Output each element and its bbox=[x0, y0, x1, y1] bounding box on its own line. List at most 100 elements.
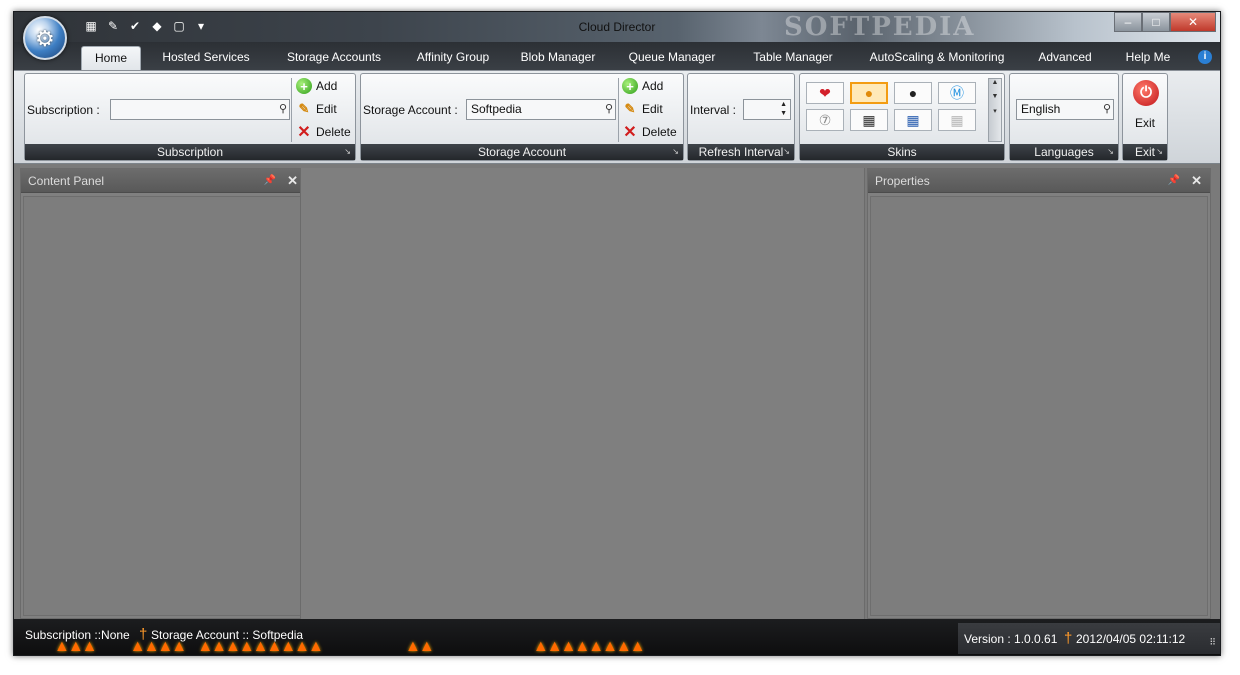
heart-skin-icon[interactable]: ❤ bbox=[806, 82, 844, 104]
refresh-interval-group: Interval : ▲ ▼ Refresh Interval ↘ bbox=[687, 73, 795, 161]
status-separator-icon: † bbox=[1064, 630, 1073, 647]
divider bbox=[291, 78, 292, 142]
exit-button[interactable]: Exit bbox=[1123, 116, 1167, 130]
search-icon[interactable]: ⚲ bbox=[1103, 102, 1111, 115]
languages-group-label: Languages ↘ bbox=[1010, 144, 1118, 160]
exit-group: ⏻ Exit Exit ↘ bbox=[1122, 73, 1168, 161]
open-icon[interactable]: ▦ bbox=[82, 18, 100, 34]
properties-panel-header: Properties 📌 ✕ bbox=[868, 169, 1210, 193]
properties-panel-body bbox=[870, 196, 1208, 616]
add-storage-account-button[interactable]: + Add bbox=[622, 76, 663, 96]
pumpkin-skin-icon[interactable]: ● bbox=[850, 82, 888, 104]
close-panel-icon[interactable]: ✕ bbox=[287, 169, 298, 193]
edit-icon: ✎ bbox=[624, 101, 636, 116]
document-area bbox=[300, 168, 865, 619]
tab-autoscaling-monitoring[interactable]: AutoScaling & Monitoring bbox=[860, 46, 1014, 70]
content-panel-body bbox=[23, 196, 304, 616]
properties-panel: Properties 📌 ✕ bbox=[867, 168, 1211, 619]
pin-icon[interactable]: 📌 bbox=[264, 169, 276, 193]
subscription-combo[interactable]: ⚲ bbox=[110, 99, 290, 120]
tab-blob-manager[interactable]: Blob Manager bbox=[514, 46, 602, 70]
storage-account-value: Softpedia bbox=[471, 102, 522, 116]
delete-label: Delete bbox=[642, 125, 677, 139]
close-panel-icon[interactable]: ✕ bbox=[1191, 169, 1202, 193]
spinner-arrows-icon[interactable]: ▲ ▼ bbox=[780, 100, 787, 118]
edit-storage-account-button[interactable]: ✎ Edit bbox=[622, 99, 663, 119]
tab-queue-manager[interactable]: Queue Manager bbox=[622, 46, 722, 70]
status-version: Version : 1.0.0.61 bbox=[964, 632, 1058, 646]
grey-skin-icon[interactable]: ⑦ bbox=[806, 109, 844, 131]
content-panel-title: Content Panel bbox=[28, 174, 105, 188]
maximize-button[interactable]: □ bbox=[1142, 12, 1170, 32]
tab-storage-accounts[interactable]: Storage Accounts bbox=[276, 46, 392, 70]
group-label-text: Skins bbox=[887, 145, 917, 159]
tab-hosted-services[interactable]: Hosted Services bbox=[150, 46, 262, 70]
application-menu-button[interactable]: ⚙ bbox=[23, 16, 67, 60]
storage-account-combo[interactable]: Softpedia ⚲ bbox=[466, 99, 616, 120]
blue-tiles-skin-icon[interactable]: ▦ bbox=[894, 109, 932, 131]
power-icon[interactable]: ⏻ bbox=[1133, 80, 1159, 106]
version-box: Version : 1.0.0.61 † 2012/04/05 02:11:12… bbox=[958, 623, 1220, 654]
dialog-launcher-icon[interactable]: ↘ bbox=[344, 144, 351, 160]
close-button[interactable]: ✕ bbox=[1170, 12, 1216, 32]
add-subscription-button[interactable]: + Add bbox=[296, 76, 337, 96]
tab-advanced[interactable]: Advanced bbox=[1030, 46, 1100, 70]
delete-storage-account-button[interactable]: ✕ Delete bbox=[622, 122, 677, 142]
content-panel: Content Panel 📌 ✕ bbox=[20, 168, 307, 619]
dialog-launcher-icon[interactable]: ↘ bbox=[1156, 144, 1163, 160]
check-icon[interactable]: ✔ bbox=[126, 18, 144, 34]
storage-account-group-label: Storage Account ↘ bbox=[361, 144, 683, 160]
dark-tiles-skin-icon[interactable]: ▦ bbox=[850, 109, 888, 131]
dialog-launcher-icon[interactable]: ↘ bbox=[672, 144, 679, 160]
black-skin-icon[interactable]: ● bbox=[894, 82, 932, 104]
edit-icon: ✎ bbox=[298, 101, 310, 116]
interval-label: Interval : bbox=[690, 103, 737, 117]
dialog-launcher-icon[interactable]: ↘ bbox=[1107, 144, 1114, 160]
divider bbox=[618, 78, 619, 142]
language-combo[interactable]: English ⚲ bbox=[1016, 99, 1114, 120]
tag-icon[interactable]: ◆ bbox=[148, 18, 166, 34]
blue-skin-icon[interactable]: Ⓜ bbox=[938, 82, 976, 104]
search-icon[interactable]: ⚲ bbox=[279, 102, 287, 115]
dropdown-icon[interactable]: ▾ bbox=[192, 18, 210, 34]
languages-group: English ⚲ Languages ↘ bbox=[1009, 73, 1119, 161]
tab-help-me[interactable]: Help Me bbox=[1118, 46, 1178, 70]
page-icon[interactable]: ▢ bbox=[170, 18, 188, 34]
search-icon[interactable]: ⚲ bbox=[605, 102, 613, 115]
group-label-text: Refresh Interval bbox=[698, 145, 784, 159]
dialog-launcher-icon[interactable]: ↘ bbox=[783, 144, 790, 160]
add-icon: + bbox=[296, 78, 312, 94]
group-label-text: Subscription bbox=[156, 145, 224, 159]
skins-group: ❤ ● ● Ⓜ ⑦ ▦ ▦ ▦ ▲ ▼ ▾ Skins bbox=[799, 73, 1005, 161]
delete-subscription-button[interactable]: ✕ Delete bbox=[296, 122, 351, 142]
content-panel-header: Content Panel 📌 ✕ bbox=[21, 169, 306, 193]
interval-spinner[interactable]: ▲ ▼ bbox=[743, 99, 791, 120]
exit-group-label: Exit ↘ bbox=[1123, 144, 1167, 160]
resize-grip-icon[interactable]: ⠿ bbox=[1209, 637, 1216, 648]
edit-subscription-button[interactable]: ✎ Edit bbox=[296, 99, 337, 119]
pin-icon[interactable]: 📌 bbox=[1168, 169, 1180, 193]
tab-home[interactable]: Home bbox=[81, 46, 141, 70]
ribbon-tabs: Home Hosted Services Storage Accounts Af… bbox=[14, 42, 1220, 70]
status-subscription: Subscription ::None bbox=[25, 628, 130, 642]
info-icon[interactable]: i bbox=[1198, 50, 1212, 64]
edit-label: Edit bbox=[642, 102, 663, 116]
group-label-text: Languages bbox=[1034, 145, 1094, 159]
gallery-scroll[interactable]: ▲ ▼ ▾ bbox=[988, 78, 1002, 142]
status-datetime: 2012/04/05 02:11:12 bbox=[1076, 632, 1186, 646]
tab-affinity-group[interactable]: Affinity Group bbox=[406, 46, 500, 70]
add-label: Add bbox=[642, 79, 664, 93]
tab-table-manager[interactable]: Table Manager bbox=[744, 46, 842, 70]
new-icon[interactable]: ✎ bbox=[104, 18, 122, 34]
delete-icon: ✕ bbox=[623, 124, 637, 141]
skins-group-label: Skins bbox=[800, 144, 1004, 160]
minimize-button[interactable]: – bbox=[1114, 12, 1142, 32]
properties-panel-title: Properties bbox=[875, 174, 930, 188]
cloud-gear-icon: ⚙ bbox=[35, 26, 55, 51]
ribbon-panel: Subscription : ⚲ + Add ✎ Edit ✕ Delete S… bbox=[14, 70, 1220, 164]
subscription-group-label: Subscription ↘ bbox=[25, 144, 355, 160]
storage-account-label: Storage Account : bbox=[363, 103, 458, 117]
delete-label: Delete bbox=[316, 125, 351, 139]
light-tiles-skin-icon[interactable]: ▦ bbox=[938, 109, 976, 131]
group-label-text: Storage Account bbox=[477, 145, 567, 159]
